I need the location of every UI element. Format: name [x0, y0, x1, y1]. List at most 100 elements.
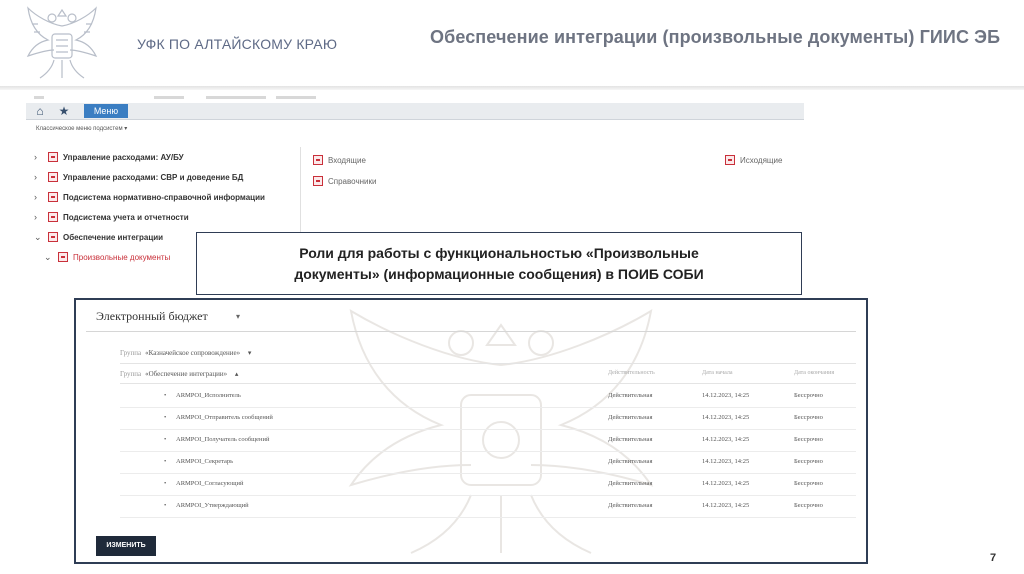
- caption-line-1: Роли для работы с функциональностью «Про…: [299, 245, 699, 261]
- roles-panel: Электронный бюджет ▾ Группа «Казначейское…: [74, 298, 868, 564]
- group-divider: [120, 363, 856, 364]
- table-row: • ARMPOI_Исполнитель Действительная 14.1…: [120, 385, 856, 408]
- table-row: • ARMPOI_Утверждающий Действительная 14.…: [120, 495, 856, 518]
- table-row: • ARMPOI_Получатель сообщений Действител…: [120, 429, 856, 452]
- role-status: Действительная: [608, 392, 653, 399]
- tree-item-label: Произвольные документы: [73, 253, 171, 262]
- page-number: 7: [990, 552, 997, 564]
- role-status: Действительная: [608, 458, 653, 465]
- home-icon[interactable]: ⌂: [32, 103, 48, 119]
- document-icon: [48, 172, 58, 182]
- faint-text: [206, 96, 266, 99]
- role-bullet: •: [164, 458, 167, 465]
- link-outgoing[interactable]: Исходящие: [725, 155, 782, 165]
- caption-line-2: документы» (информационные сообщения) в …: [294, 266, 704, 282]
- document-icon: [48, 212, 58, 222]
- group-divider: [120, 383, 856, 384]
- chevron-right-icon[interactable]: ›: [34, 190, 48, 204]
- role-name: ARMPOI_Секретарь: [176, 458, 234, 465]
- coat-of-arms-emblem: [26, 6, 98, 79]
- chevron-right-icon[interactable]: ›: [34, 210, 48, 224]
- role-start-date: 14.12.2023, 14:25: [702, 458, 750, 465]
- role-end-date: Бессрочно: [794, 414, 823, 421]
- link-label: Входящие: [328, 156, 366, 165]
- tree-item-integration[interactable]: ⌄ Обеспечение интеграции: [34, 230, 163, 244]
- tree-item-nsi[interactable]: › Подсистема нормативно-справочной информ…: [34, 190, 265, 204]
- document-icon: [48, 192, 58, 202]
- chevron-right-icon[interactable]: ›: [34, 170, 48, 184]
- faint-text: [276, 96, 316, 99]
- star-icon[interactable]: ★: [56, 103, 72, 119]
- role-end-date: Бессрочно: [794, 480, 823, 487]
- role-end-date: Бессрочно: [794, 502, 823, 509]
- role-bullet: •: [164, 436, 167, 443]
- table-row: • ARMPOI_Секретарь Действительная 14.12.…: [120, 451, 856, 474]
- panel-title: Электронный бюджет: [96, 309, 208, 323]
- menu-tab[interactable]: Меню: [84, 104, 128, 118]
- slide-title: Обеспечение интеграции (произвольные док…: [430, 27, 1001, 47]
- document-icon: [48, 232, 58, 242]
- tree-item-label: Управление расходами: СВР и доведение БД: [63, 173, 244, 182]
- caret-up-icon[interactable]: ▴: [235, 370, 239, 378]
- group-value: «Казначейское сопровождение»: [145, 349, 241, 357]
- group-label: Группа: [120, 349, 142, 357]
- faint-text: [34, 96, 44, 99]
- document-icon: [725, 155, 735, 165]
- menu-mode-select[interactable]: Классическое меню подсистем ▾: [36, 125, 127, 132]
- role-start-date: 14.12.2023, 14:25: [702, 480, 750, 487]
- group-label: Группа: [120, 370, 142, 378]
- tree-item-expenses-svr[interactable]: › Управление расходами: СВР и доведение Б…: [34, 170, 243, 184]
- group-integration[interactable]: Группа «Обеспечение интеграции» ▴: [120, 370, 238, 378]
- role-name: ARMPOI_Исполнитель: [176, 392, 241, 399]
- chevron-down-icon[interactable]: ⌄: [34, 230, 48, 244]
- link-incoming[interactable]: Входящие: [313, 155, 366, 165]
- table-row: • ARMPOI_Согласующий Действительная 14.1…: [120, 473, 856, 496]
- chevron-down-icon[interactable]: ▾: [236, 312, 240, 321]
- nav-bar: ⌂ ★ Меню: [26, 103, 804, 120]
- role-name: ARMPOI_Утверждающий: [176, 502, 249, 509]
- tree-item-label: Обеспечение интеграции: [63, 233, 164, 242]
- table-row: • ARMPOI_Отправитель сообщений Действите…: [120, 407, 856, 430]
- column-header-status: Действительность: [608, 370, 655, 376]
- role-start-date: 14.12.2023, 14:25: [702, 392, 750, 399]
- change-button[interactable]: ИЗМЕНИТЬ: [96, 536, 156, 556]
- document-icon: [58, 252, 68, 262]
- tree-item-expenses-au-bu[interactable]: › Управление расходами: АУ/БУ: [34, 150, 184, 164]
- organization-name: УФК ПО АЛТАЙСКОМУ КРАЮ: [137, 36, 338, 52]
- tree-item-accounting[interactable]: › Подсистема учета и отчетности: [34, 210, 189, 224]
- role-name: ARMPOI_Получатель сообщений: [176, 436, 270, 443]
- role-start-date: 14.12.2023, 14:25: [702, 414, 750, 421]
- link-label: Исходящие: [740, 156, 783, 165]
- role-name: ARMPOI_Согласующий: [176, 480, 244, 487]
- link-references[interactable]: Справочники: [313, 176, 376, 186]
- tree-item-label: Подсистема учета и отчетности: [63, 213, 189, 222]
- tree-item-label: Управление расходами: АУ/БУ: [63, 153, 184, 162]
- chevron-right-icon[interactable]: ›: [34, 150, 48, 164]
- top-strip: [26, 95, 804, 103]
- role-status: Действительная: [608, 480, 653, 487]
- faint-text: [154, 96, 184, 99]
- tree-item-label: Подсистема нормативно-справочной информа…: [63, 193, 265, 202]
- role-bullet: •: [164, 414, 167, 421]
- tree-item-arbitrary-documents[interactable]: ⌄ Произвольные документы: [44, 250, 170, 264]
- role-bullet: •: [164, 480, 167, 487]
- role-start-date: 14.12.2023, 14:25: [702, 436, 750, 443]
- role-bullet: •: [164, 392, 167, 399]
- role-status: Действительная: [608, 414, 653, 421]
- group-kaznacheyskoe[interactable]: Группа «Казначейское сопровождение» ▾: [120, 349, 251, 357]
- link-label: Справочники: [328, 177, 377, 186]
- role-start-date: 14.12.2023, 14:25: [702, 502, 750, 509]
- document-icon: [313, 176, 323, 186]
- role-bullet: •: [164, 502, 167, 509]
- column-header-end: Дата окончания: [794, 370, 835, 376]
- panel-divider: [86, 331, 856, 332]
- column-header-start: Дата начала: [702, 370, 733, 376]
- document-icon: [48, 152, 58, 162]
- role-end-date: Бессрочно: [794, 458, 823, 465]
- header-divider: [0, 86, 1024, 90]
- role-end-date: Бессрочно: [794, 392, 823, 399]
- caret-down-icon[interactable]: ▾: [248, 349, 252, 357]
- group-value: «Обеспечение интеграции»: [145, 370, 228, 378]
- chevron-down-icon[interactable]: ⌄: [44, 250, 58, 264]
- role-status: Действительная: [608, 502, 653, 509]
